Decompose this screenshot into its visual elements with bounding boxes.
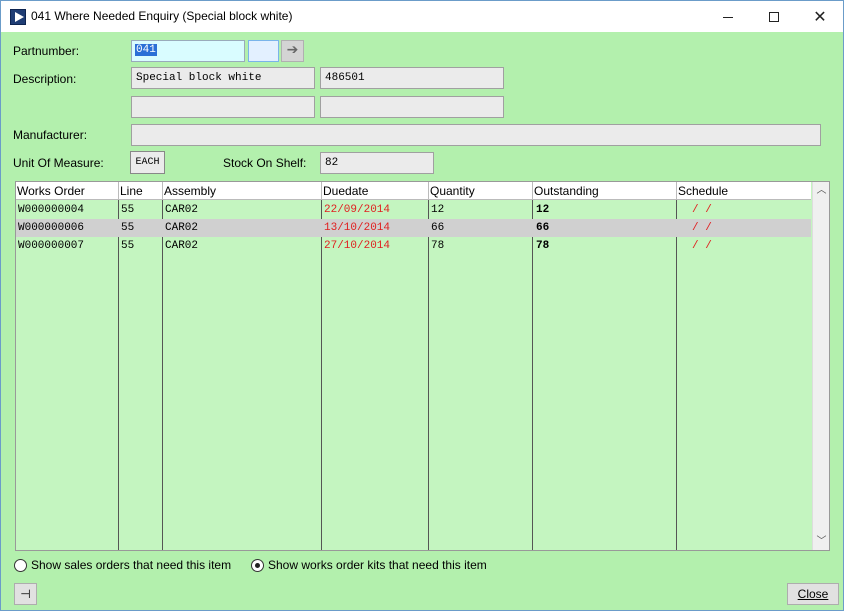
header-divider xyxy=(321,182,322,200)
scroll-down-chevron-icon[interactable]: ﹀ xyxy=(813,533,829,550)
header-divider xyxy=(676,182,677,200)
duedate-cell: 27/10/2014 xyxy=(324,240,391,252)
pin-button[interactable]: ⊣ xyxy=(14,583,37,605)
quantity-cell: 78 xyxy=(431,240,445,252)
header-divider xyxy=(118,182,119,200)
arrow-right-icon: ➔ xyxy=(286,42,299,58)
app-play-icon xyxy=(10,9,26,25)
duedate-cell: 22/09/2014 xyxy=(324,204,391,216)
works-order-kits-radio-label: Show works order kits that need this ite… xyxy=(268,558,487,572)
works-order-cell: W000000007 xyxy=(18,240,85,252)
header-divider xyxy=(532,182,533,200)
schedule-cell: / / xyxy=(692,240,712,252)
assembly-cell: CAR02 xyxy=(165,240,199,252)
stock-on-shelf-field: 82 xyxy=(320,152,434,174)
show-sales-orders-option[interactable]: Show sales orders that need this item xyxy=(14,558,231,572)
manufacturer-label: Manufacturer: xyxy=(13,128,88,142)
stock-on-shelf-label: Stock On Shelf: xyxy=(223,156,307,170)
maximize-button[interactable] xyxy=(751,1,797,32)
table-row[interactable]: W000000006 55 CAR02 13/10/2014 66 66 / / xyxy=(16,219,811,237)
sales-orders-radio-label: Show sales orders that need this item xyxy=(31,558,232,572)
go-button[interactable]: ➔ xyxy=(281,40,304,62)
column-header-quantity[interactable]: Quantity xyxy=(430,184,475,198)
where-needed-enquiry-window: 041 Where Needed Enquiry (Special block … xyxy=(0,0,844,611)
line-cell: 55 xyxy=(121,204,135,216)
schedule-cell: / / xyxy=(692,204,712,216)
duedate-cell: 13/10/2014 xyxy=(324,222,391,234)
maximize-icon xyxy=(769,11,779,22)
works-orders-grid[interactable]: Works Order Line Assembly Duedate Quanti… xyxy=(15,181,830,551)
description-field-4 xyxy=(320,96,504,118)
close-button-label: Close xyxy=(797,587,829,601)
table-row[interactable]: W000000007 55 CAR02 27/10/2014 78 78 / / xyxy=(16,237,811,255)
show-works-order-kits-option[interactable]: Show works order kits that need this ite… xyxy=(251,558,487,572)
line-cell: 55 xyxy=(121,222,135,234)
scroll-up-chevron-icon[interactable]: ︿ xyxy=(813,182,829,199)
outstanding-cell: 12 xyxy=(536,204,550,216)
partnumber-suffix-input[interactable] xyxy=(248,40,279,62)
sales-orders-radio[interactable] xyxy=(14,558,27,572)
partnumber-input[interactable]: 041 xyxy=(131,40,245,62)
description-label: Description: xyxy=(13,72,77,86)
works-order-cell: W000000006 xyxy=(18,222,85,234)
outstanding-cell: 66 xyxy=(536,222,550,234)
column-header-works-order[interactable]: Works Order xyxy=(17,184,85,198)
assembly-cell: CAR02 xyxy=(165,204,199,216)
grid-header: Works Order Line Assembly Duedate Quanti… xyxy=(16,182,811,200)
assembly-cell: CAR02 xyxy=(165,222,199,234)
quantity-cell: 12 xyxy=(431,204,445,216)
title-bar[interactable]: 041 Where Needed Enquiry (Special block … xyxy=(1,1,843,32)
partnumber-value: 041 xyxy=(135,44,157,56)
minimize-icon xyxy=(723,17,733,18)
partnumber-label: Partnumber: xyxy=(13,44,80,58)
description-field-3 xyxy=(131,96,315,118)
header-divider xyxy=(428,182,429,200)
minimize-button[interactable] xyxy=(705,1,751,32)
uom-field: EACH xyxy=(130,151,165,174)
window-title: 041 Where Needed Enquiry (Special block … xyxy=(31,9,293,23)
uom-label: Unit Of Measure: xyxy=(13,156,104,170)
description-field-2: 486501 xyxy=(320,67,504,89)
vertical-scrollbar[interactable]: ︿ ﹀ xyxy=(812,182,829,550)
close-icon: ✕ xyxy=(813,7,827,26)
manufacturer-field xyxy=(131,124,821,146)
works-order-cell: W000000004 xyxy=(18,204,85,216)
pin-icon: ⊣ xyxy=(20,587,31,601)
close-window-button[interactable]: ✕ xyxy=(797,1,843,32)
line-cell: 55 xyxy=(121,240,135,252)
close-button[interactable]: Close xyxy=(787,583,839,605)
column-header-schedule[interactable]: Schedule xyxy=(678,184,728,198)
header-divider xyxy=(162,182,163,200)
column-header-assembly[interactable]: Assembly xyxy=(164,184,216,198)
quantity-cell: 66 xyxy=(431,222,445,234)
schedule-cell: / / xyxy=(692,222,712,234)
column-header-duedate[interactable]: Duedate xyxy=(323,184,368,198)
column-header-outstanding[interactable]: Outstanding xyxy=(534,184,599,198)
table-row[interactable]: W000000004 55 CAR02 22/09/2014 12 12 / / xyxy=(16,201,811,219)
works-order-kits-radio[interactable] xyxy=(251,558,264,572)
description-field-1: Special block white xyxy=(131,67,315,89)
outstanding-cell: 78 xyxy=(536,240,550,252)
column-header-line[interactable]: Line xyxy=(120,184,143,198)
